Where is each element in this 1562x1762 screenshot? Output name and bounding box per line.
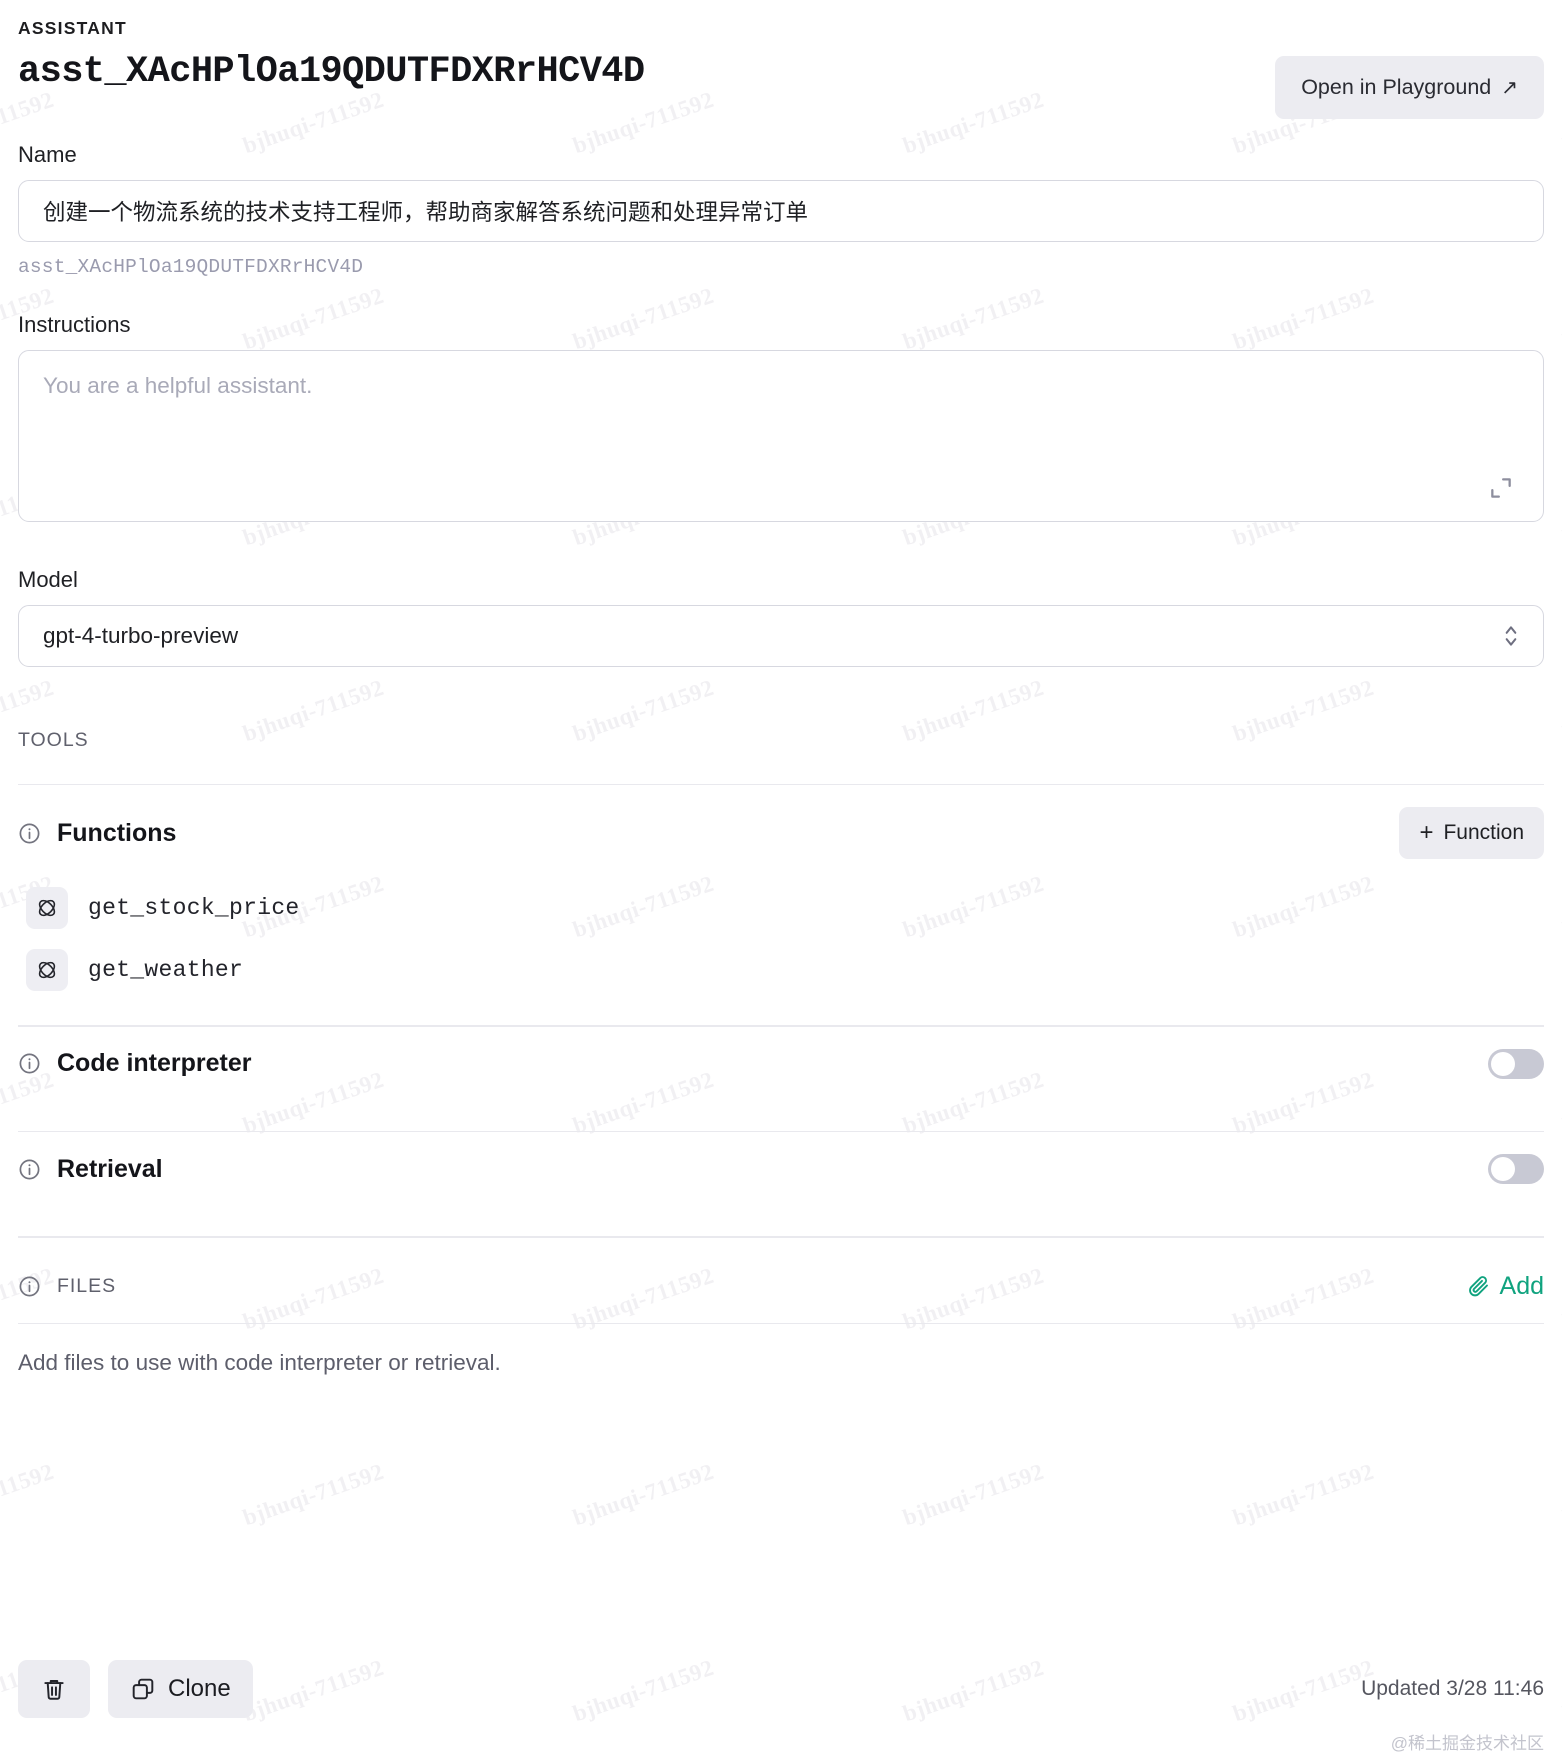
name-label: Name <box>18 142 77 167</box>
info-icon[interactable] <box>18 1158 41 1181</box>
functions-list: get_stock_price get_weather <box>18 879 1544 1003</box>
name-input[interactable] <box>18 180 1544 242</box>
toggle-knob <box>1491 1157 1515 1182</box>
instructions-label: Instructions <box>18 312 131 337</box>
code-interpreter-left: Code interpreter <box>18 1049 251 1078</box>
code-interpreter-toggle[interactable] <box>1488 1048 1544 1079</box>
expand-icon[interactable] <box>1488 475 1514 501</box>
functions-row: Functions + Function <box>18 785 1544 879</box>
files-left: FILES <box>18 1275 116 1298</box>
info-icon[interactable] <box>18 1275 41 1298</box>
add-files-label: Add <box>1499 1271 1544 1300</box>
chevron-up-down-icon <box>1505 626 1517 646</box>
toggle-knob <box>1491 1051 1515 1076</box>
function-list-item[interactable]: get_stock_price <box>18 879 1544 941</box>
code-interpreter-row: Code interpreter <box>18 1027 1544 1099</box>
arrow-up-right-icon: ↗ <box>1501 76 1518 99</box>
trash-icon <box>44 1680 64 1700</box>
open-in-playground-label: Open in Playground <box>1301 75 1492 99</box>
assistant-id-text: asst_XAcHPlOa19QDUTFDXRrHCV4D <box>18 256 364 278</box>
add-function-label: Function <box>1443 821 1524 845</box>
plus-icon: + <box>1419 819 1434 847</box>
function-list-item[interactable]: get_weather <box>18 941 1544 1003</box>
function-atom-icon <box>26 887 68 930</box>
add-function-button[interactable]: + Function <box>1399 807 1544 860</box>
model-select-wrapper: gpt-4-turbo-preview <box>18 605 1544 667</box>
instructions-wrapper <box>18 350 1544 527</box>
model-field-block: Model gpt-4-turbo-preview <box>18 567 1544 667</box>
retrieval-left: Retrieval <box>18 1155 163 1184</box>
open-in-playground-button[interactable]: Open in Playground ↗ <box>1275 56 1544 119</box>
functions-left: Functions <box>18 819 176 848</box>
watermark-text: bjhuqi-711592 <box>239 1458 388 1531</box>
paperclip-icon <box>1468 1276 1488 1297</box>
site-credit: @稀土掘金技术社区 <box>1390 1734 1544 1753</box>
function-name: get_weather <box>88 957 244 984</box>
files-empty-text: Add files to use with code interpreter o… <box>18 1349 501 1375</box>
retrieval-label: Retrieval <box>57 1154 163 1183</box>
footer-bar: Clone Updated 3/28 11:46 <box>18 1660 1544 1718</box>
files-header: FILES Add <box>18 1238 1544 1301</box>
clone-assistant-button[interactable]: Clone <box>108 1660 253 1718</box>
instructions-field-block: Instructions <box>18 312 1544 527</box>
header: ASSISTANT asst_XAcHPlOa19QDUTFDXRrHCV4D … <box>18 0 1544 122</box>
model-select[interactable]: gpt-4-turbo-preview <box>18 605 1544 667</box>
copy-icon <box>132 1678 154 1700</box>
add-files-button[interactable]: Add <box>1467 1272 1544 1301</box>
tools-section-label: TOOLS <box>18 729 89 751</box>
model-label: Model <box>18 567 78 592</box>
watermark-text: bjhuqi-711592 <box>0 1458 58 1531</box>
model-selected-value: gpt-4-turbo-preview <box>43 623 239 648</box>
code-interpreter-label: Code interpreter <box>57 1049 252 1078</box>
retrieval-toggle[interactable] <box>1488 1154 1544 1185</box>
watermark-text: bjhuqi-711592 <box>1229 1458 1378 1531</box>
updated-timestamp: Updated 3/28 11:46 <box>1361 1677 1544 1700</box>
watermark-text: bjhuqi-711592 <box>899 1458 1048 1531</box>
functions-label: Functions <box>57 818 177 847</box>
name-field-block: Name asst_XAcHPlOa19QDUTFDXRrHCV4D <box>18 142 1544 278</box>
files-label: FILES <box>57 1274 117 1297</box>
page-kicker: ASSISTANT <box>18 18 127 38</box>
retrieval-row: Retrieval <box>18 1132 1544 1204</box>
info-icon[interactable] <box>18 1052 41 1075</box>
function-atom-icon <box>26 949 68 992</box>
function-name: get_stock_price <box>88 895 300 922</box>
info-icon[interactable] <box>18 822 41 845</box>
assistant-detail-page: ASSISTANT asst_XAcHPlOa19QDUTFDXRrHCV4D … <box>0 0 1562 1376</box>
watermark-text: bjhuqi-711592 <box>569 1458 718 1531</box>
clone-label: Clone <box>168 1675 231 1702</box>
instructions-textarea[interactable] <box>18 350 1544 522</box>
delete-assistant-button[interactable] <box>18 1660 90 1718</box>
